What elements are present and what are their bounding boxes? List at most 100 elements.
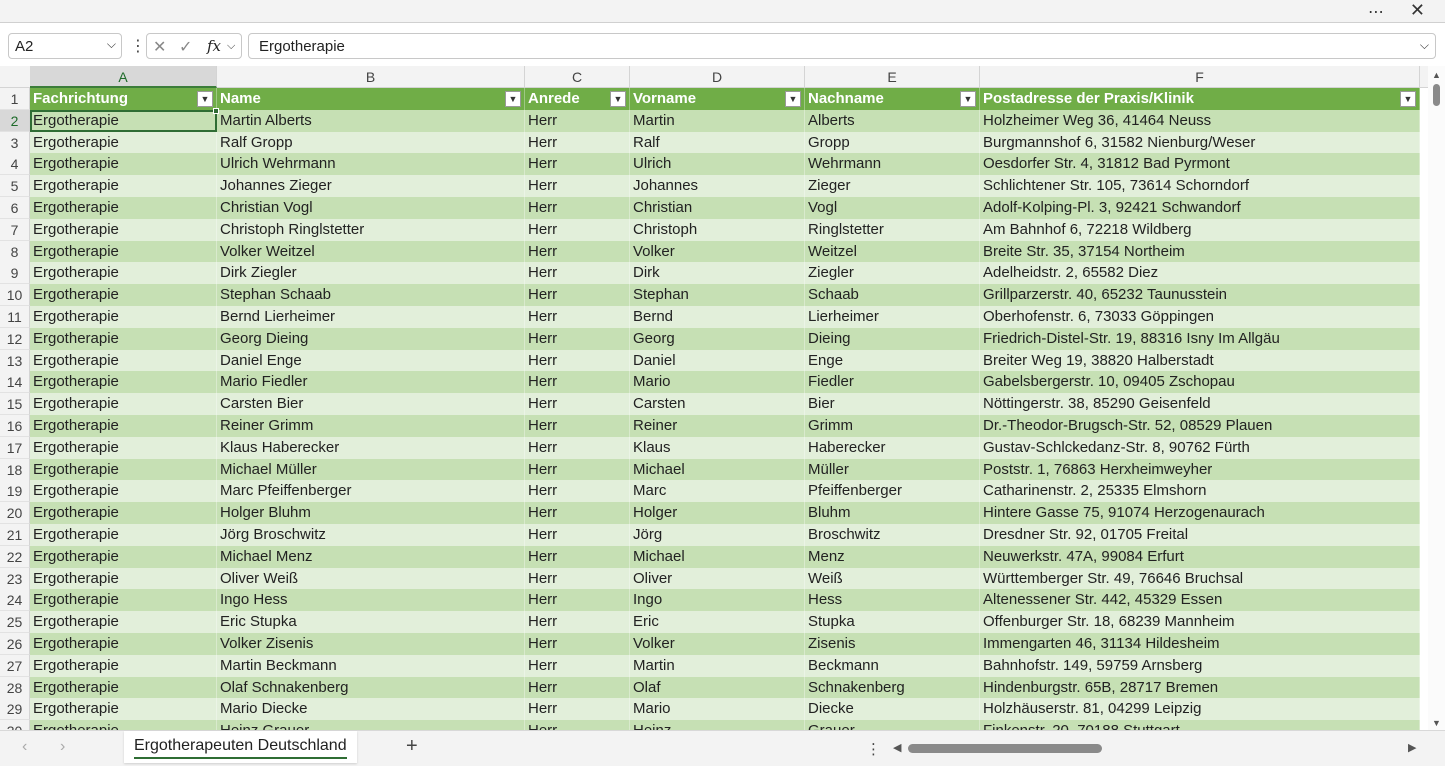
table-cell[interactable]: Immengarten 46, 31134 Hildesheim bbox=[980, 633, 1420, 655]
table-cell[interactable]: Marc Pfeiffenberger bbox=[217, 480, 525, 503]
table-cell[interactable]: Volker bbox=[630, 240, 805, 263]
row-header[interactable]: 12 bbox=[0, 327, 30, 350]
table-cell[interactable]: Eric Stupka bbox=[217, 611, 525, 634]
table-cell[interactable]: Ergotherapie bbox=[30, 393, 217, 416]
table-cell[interactable]: Herr bbox=[525, 349, 630, 372]
checkmark-icon[interactable]: ✓ bbox=[179, 37, 192, 57]
table-cell[interactable]: Gropp bbox=[805, 131, 980, 154]
row-header[interactable]: 17 bbox=[0, 436, 30, 459]
table-cell[interactable]: Ergotherapie bbox=[30, 654, 217, 677]
table-cell[interactable]: Georg bbox=[630, 327, 805, 350]
filter-dropdown-icon[interactable]: ▼ bbox=[785, 91, 801, 107]
column-header-a[interactable]: A bbox=[30, 66, 217, 88]
table-cell[interactable]: Herr bbox=[525, 131, 630, 154]
table-cell[interactable]: Burgmannshof 6, 31582 Nienburg/Weser bbox=[980, 131, 1420, 154]
filter-dropdown-icon[interactable]: ▼ bbox=[505, 91, 521, 107]
table-cell[interactable]: Martin Beckmann bbox=[217, 654, 525, 677]
table-cell[interactable]: Martin Alberts bbox=[217, 109, 525, 132]
table-cell[interactable]: Herr bbox=[525, 415, 630, 437]
chevron-down-icon[interactable]: ⌵ bbox=[107, 37, 116, 52]
table-cell[interactable]: Holger bbox=[630, 502, 805, 525]
table-cell[interactable]: Pfeiffenberger bbox=[805, 480, 980, 503]
table-cell[interactable]: Oesdorfer Str. 4, 31812 Bad Pyrmont bbox=[980, 153, 1420, 176]
table-cell[interactable]: Volker bbox=[630, 633, 805, 655]
table-cell[interactable]: Fiedler bbox=[805, 371, 980, 394]
row-header[interactable]: 13 bbox=[0, 349, 30, 372]
table-cell[interactable]: Ergotherapie bbox=[30, 502, 217, 525]
table-cell[interactable]: Volker Weitzel bbox=[217, 240, 525, 263]
horizontal-scroll-thumb[interactable] bbox=[908, 744, 1102, 753]
table-cell[interactable]: Jörg Broschwitz bbox=[217, 524, 525, 546]
table-cell[interactable]: Adelheidstr. 2, 65582 Diez bbox=[980, 262, 1420, 285]
table-cell[interactable]: Ergotherapie bbox=[30, 218, 217, 241]
table-cell[interactable]: Ergotherapie bbox=[30, 524, 217, 546]
table-cell[interactable]: Grimm bbox=[805, 415, 980, 437]
chevron-down-icon[interactable]: ⌵ bbox=[227, 40, 235, 53]
table-cell[interactable]: Ergotherapie bbox=[30, 698, 217, 721]
row-header[interactable]: 20 bbox=[0, 502, 30, 525]
table-header-cell[interactable]: Name ▼ bbox=[217, 88, 525, 110]
row-header[interactable]: 30 bbox=[0, 720, 30, 730]
row-header[interactable]: 6 bbox=[0, 197, 30, 219]
column-header-b[interactable]: B bbox=[217, 66, 525, 88]
table-cell[interactable]: Herr bbox=[525, 306, 630, 328]
table-cell[interactable]: Stephan bbox=[630, 284, 805, 307]
scroll-left-icon[interactable]: ◀ bbox=[893, 741, 901, 754]
row-header[interactable]: 16 bbox=[0, 415, 30, 437]
cancel-icon[interactable]: ✕ bbox=[153, 37, 166, 57]
table-cell[interactable]: Hindenburgstr. 65B, 28717 Bremen bbox=[980, 676, 1420, 699]
table-cell[interactable]: Ralf bbox=[630, 131, 805, 154]
sheet-tab-ergotherapeuten[interactable]: Ergotherapeuten Deutschland bbox=[124, 731, 357, 763]
table-cell[interactable]: Müller bbox=[805, 458, 980, 481]
table-cell[interactable]: Herr bbox=[525, 197, 630, 219]
vertical-scrollbar[interactable]: ▲ ▼ bbox=[1428, 66, 1445, 730]
column-header-c[interactable]: C bbox=[525, 66, 630, 88]
table-cell[interactable]: Johannes Zieger bbox=[217, 175, 525, 198]
table-cell[interactable]: Ergotherapie bbox=[30, 480, 217, 503]
row-header[interactable]: 27 bbox=[0, 654, 30, 677]
row-header[interactable]: 24 bbox=[0, 589, 30, 612]
table-cell[interactable]: Ergotherapie bbox=[30, 611, 217, 634]
table-cell[interactable]: Bernd bbox=[630, 306, 805, 328]
table-cell[interactable]: Christoph bbox=[630, 218, 805, 241]
column-header-f[interactable]: F bbox=[980, 66, 1420, 88]
table-cell[interactable]: Schnakenberg bbox=[805, 676, 980, 699]
table-cell[interactable]: Ergotherapie bbox=[30, 633, 217, 655]
table-cell[interactable]: Ergotherapie bbox=[30, 415, 217, 437]
row-header[interactable]: 18 bbox=[0, 458, 30, 481]
table-cell[interactable]: Ergotherapie bbox=[30, 262, 217, 285]
filter-dropdown-icon[interactable]: ▼ bbox=[610, 91, 626, 107]
table-cell[interactable]: Ziegler bbox=[805, 262, 980, 285]
table-cell[interactable]: Olaf Schnakenberg bbox=[217, 676, 525, 699]
table-cell[interactable]: Herr bbox=[525, 175, 630, 198]
table-cell[interactable]: Herr bbox=[525, 480, 630, 503]
table-cell[interactable]: Gabelsbergerstr. 10, 09405 Zschopau bbox=[980, 371, 1420, 394]
table-cell[interactable]: Ergotherapie bbox=[30, 545, 217, 568]
row-header[interactable]: 1 bbox=[0, 88, 30, 110]
row-header[interactable]: 2 bbox=[0, 109, 30, 132]
row-header[interactable]: 10 bbox=[0, 284, 30, 307]
table-cell[interactable]: Bahnhofstr. 149, 59759 Arnsberg bbox=[980, 654, 1420, 677]
table-cell[interactable]: Martin bbox=[630, 109, 805, 132]
table-cell[interactable]: Ingo Hess bbox=[217, 589, 525, 612]
table-cell[interactable]: Württemberger Str. 49, 76646 Bruchsal bbox=[980, 567, 1420, 590]
table-cell[interactable]: Dirk bbox=[630, 262, 805, 285]
table-cell[interactable]: Catharinenstr. 2, 25335 Elmshorn bbox=[980, 480, 1420, 503]
table-cell[interactable]: Grillparzerstr. 40, 65232 Taunusstein bbox=[980, 284, 1420, 307]
table-cell[interactable]: Olaf bbox=[630, 676, 805, 699]
table-cell[interactable]: Stupka bbox=[805, 611, 980, 634]
row-header[interactable]: 7 bbox=[0, 218, 30, 241]
table-cell[interactable]: Lierheimer bbox=[805, 306, 980, 328]
table-cell[interactable]: Hess bbox=[805, 589, 980, 612]
table-cell[interactable]: Ergotherapie bbox=[30, 131, 217, 154]
table-cell[interactable]: Christian bbox=[630, 197, 805, 219]
table-cell[interactable]: Eric bbox=[630, 611, 805, 634]
column-header-e[interactable]: E bbox=[805, 66, 980, 88]
add-sheet-icon[interactable]: + bbox=[406, 735, 418, 758]
table-cell[interactable]: Bernd Lierheimer bbox=[217, 306, 525, 328]
row-header[interactable]: 23 bbox=[0, 567, 30, 590]
table-cell[interactable]: Ergotherapie bbox=[30, 197, 217, 219]
table-cell[interactable]: Offenburger Str. 18, 68239 Mannheim bbox=[980, 611, 1420, 634]
row-header[interactable]: 5 bbox=[0, 175, 30, 198]
table-cell[interactable]: Herr bbox=[525, 567, 630, 590]
